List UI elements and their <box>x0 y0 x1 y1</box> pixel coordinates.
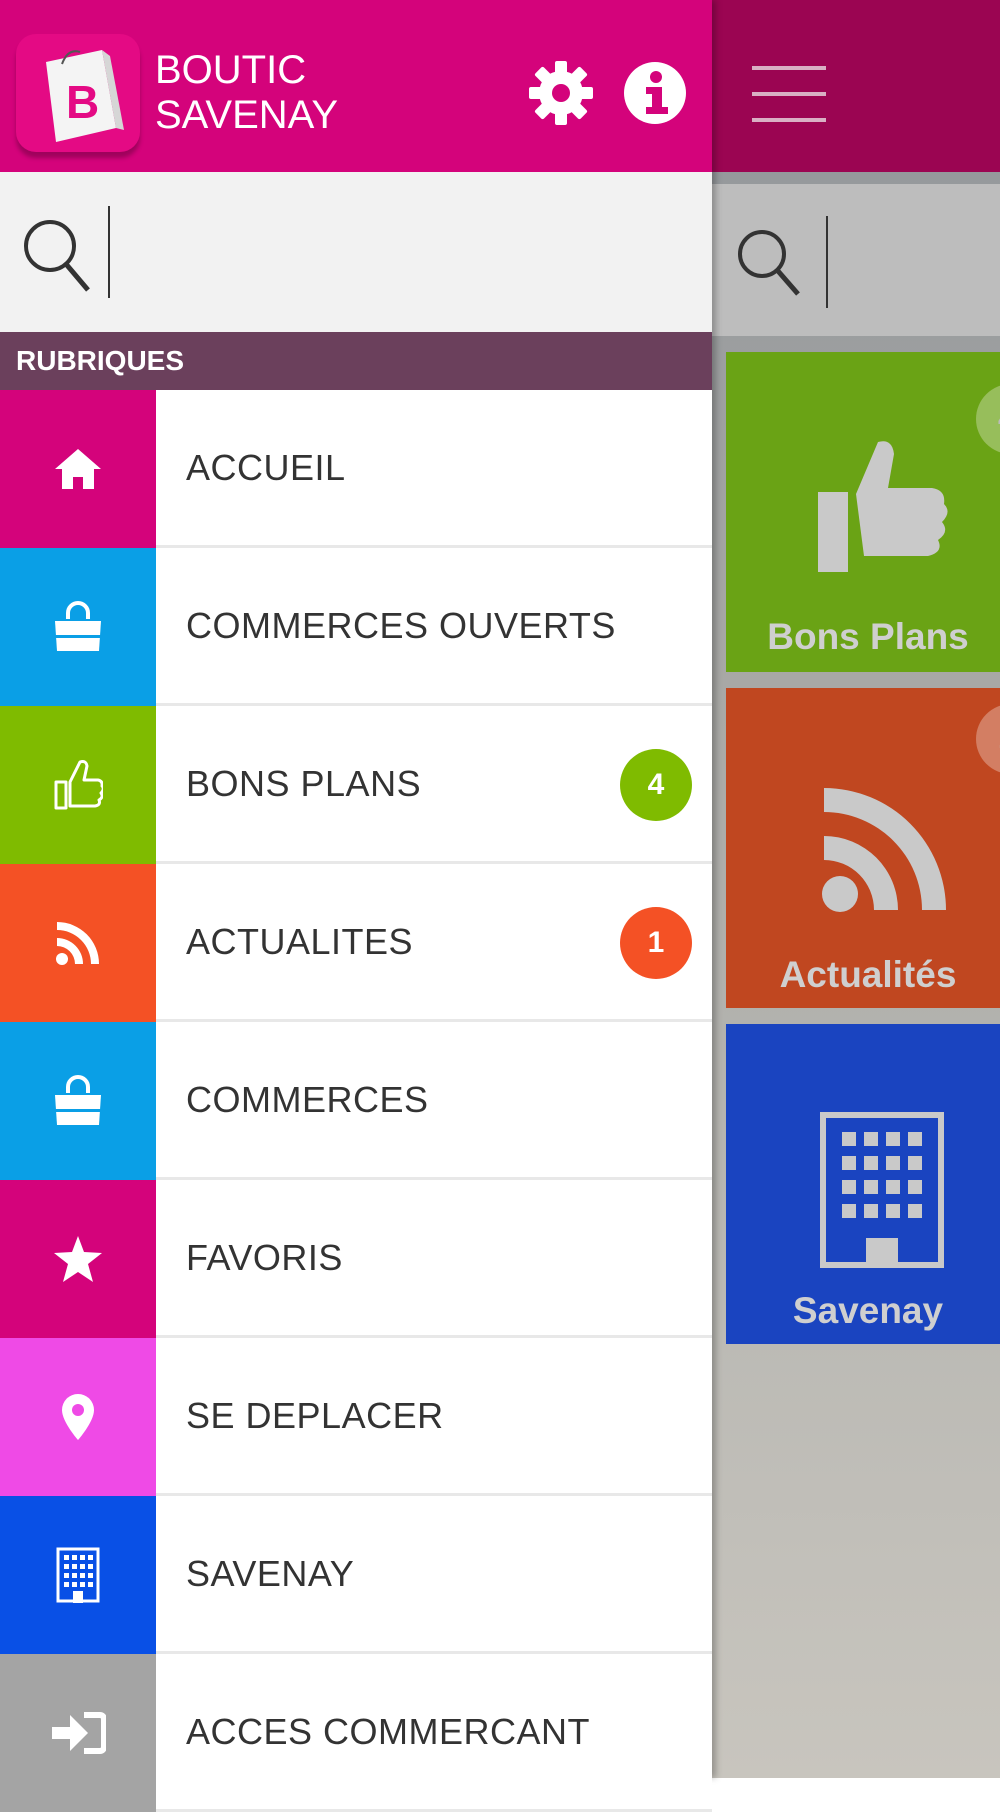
home-icon <box>55 449 101 489</box>
menu-item-actualites[interactable]: ACTUALITES 1 <box>0 864 712 1022</box>
thumbs-up-icon <box>818 441 948 572</box>
tile-badge: 4 <box>976 384 1000 454</box>
app-title-line2: SAVENAY <box>155 93 339 137</box>
menu-label: FAVORIS <box>186 1237 343 1278</box>
search-icon <box>738 230 800 296</box>
tile-bons-plans[interactable]: 4 Bons Plans <box>726 352 1000 672</box>
logo-letter: B <box>66 76 99 128</box>
tile-actualites[interactable]: 1 Actualités <box>726 688 1000 1008</box>
menu-item-bons-plans[interactable]: BONS PLANS 4 <box>0 706 712 864</box>
menu-item-savenay[interactable]: SAVENAY <box>0 1496 712 1654</box>
search-icon <box>24 220 90 292</box>
menu-tile <box>0 1022 156 1180</box>
navigation-drawer: B BOUTIC SAVENAY RUBRIQUES ACCUEIL COMME… <box>0 0 712 1812</box>
menu-item-commerces[interactable]: COMMERCES <box>0 1022 712 1180</box>
menu-item-se-deplacer[interactable]: SE DEPLACER <box>0 1338 712 1496</box>
menu-tile <box>0 1180 156 1338</box>
app-logo: B <box>16 34 140 152</box>
menu-tile <box>0 864 156 1022</box>
menu-tile <box>0 706 156 864</box>
search-input[interactable] <box>108 206 688 298</box>
shopping-bag-logo-icon: B <box>46 50 124 142</box>
app-title: BOUTIC SAVENAY <box>155 48 338 138</box>
tile-badge: 1 <box>976 704 1000 774</box>
hamburger-menu-icon[interactable] <box>752 66 826 126</box>
background-header <box>712 0 1000 172</box>
count-badge: 1 <box>620 907 692 979</box>
menu-label: BONS PLANS <box>186 763 422 804</box>
rss-icon <box>822 788 946 912</box>
menu-label: ACCUEIL <box>186 447 346 488</box>
menu-tile <box>0 390 156 548</box>
menu-tile <box>0 1338 156 1496</box>
count-badge: 4 <box>620 749 692 821</box>
menu-label: ACTUALITES <box>186 921 414 962</box>
menu-label: SAVENAY <box>186 1553 355 1594</box>
search-bar[interactable] <box>0 172 712 332</box>
menu-item-commerces-ouverts[interactable]: COMMERCES OUVERTS <box>0 548 712 706</box>
drawer-header: B BOUTIC SAVENAY <box>0 0 712 172</box>
star-icon <box>54 1236 102 1282</box>
tile-label: Bons Plans <box>767 616 969 657</box>
tile-label: Savenay <box>792 1290 944 1331</box>
menu-label: COMMERCES OUVERTS <box>186 605 616 646</box>
menu-label: COMMERCES <box>186 1079 429 1120</box>
menu-label: SE DEPLACER <box>186 1395 444 1436</box>
menu-item-favoris[interactable]: FAVORIS <box>0 1180 712 1338</box>
shopping-bag-icon <box>55 1075 101 1125</box>
section-title: RUBRIQUES <box>0 332 712 390</box>
tile-label: Actualités <box>779 954 957 995</box>
building-icon <box>56 1547 100 1603</box>
tile-savenay[interactable]: Savenay <box>726 1024 1000 1344</box>
app-title-line1: BOUTIC <box>155 48 307 92</box>
menu-item-acces-commercant[interactable]: ACCES COMMERCANT <box>0 1654 712 1812</box>
menu-tile <box>0 548 156 706</box>
menu-list: ACCUEIL COMMERCES OUVERTS BONS PLANS 4 A… <box>0 390 712 1812</box>
sign-in-icon <box>52 1712 106 1754</box>
thumbs-up-icon <box>54 760 103 810</box>
info-icon[interactable] <box>622 60 688 126</box>
menu-tile <box>0 1496 156 1654</box>
gear-icon[interactable] <box>528 60 594 126</box>
building-icon <box>820 1112 944 1268</box>
menu-tile <box>0 1654 156 1812</box>
shopping-bag-icon <box>55 601 101 651</box>
text-cursor <box>826 216 828 308</box>
background-search-bar[interactable] <box>712 184 1000 336</box>
menu-label: ACCES COMMERCANT <box>186 1711 591 1752</box>
background-app: 4 Bons Plans 1 Actualités Savenay <box>712 0 1000 1778</box>
map-pin-icon <box>62 1394 94 1440</box>
rss-icon <box>56 922 99 965</box>
menu-item-accueil[interactable]: ACCUEIL <box>0 390 712 548</box>
